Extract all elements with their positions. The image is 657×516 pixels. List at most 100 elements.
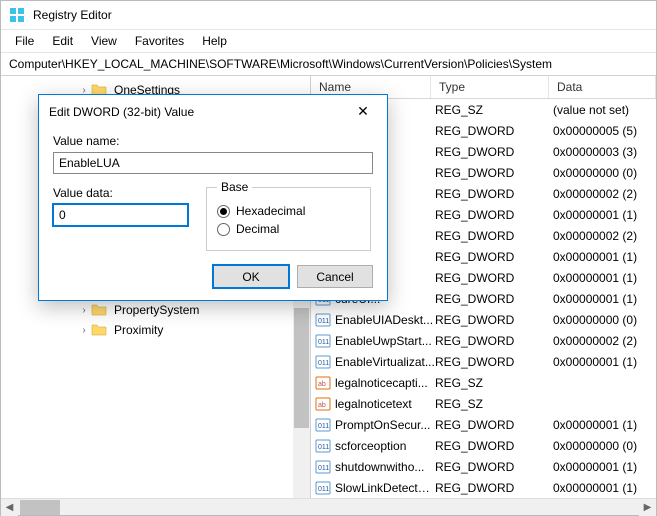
value-data: 0x00000001 (1) <box>553 460 656 474</box>
radio-hex-icon[interactable] <box>217 205 230 218</box>
binary-value-icon: 011 <box>315 459 331 475</box>
value-data: 0x00000001 (1) <box>553 208 656 222</box>
value-name: shutdownwitho... <box>335 460 435 474</box>
base-fieldset: Base Hexadecimal Decimal <box>206 180 371 251</box>
value-type: REG_DWORD <box>435 124 553 138</box>
value-data: 0x00000000 (0) <box>553 166 656 180</box>
value-type: REG_DWORD <box>435 418 553 432</box>
list-row[interactable]: 011 shutdownwitho...REG_DWORD0x00000001 (… <box>311 456 656 477</box>
binary-value-icon: 011 <box>315 417 331 433</box>
address-bar[interactable]: Computer\HKEY_LOCAL_MACHINE\SOFTWARE\Mic… <box>1 53 656 76</box>
list-row[interactable]: 011PromptOnSecur...REG_DWORD0x00000001 (… <box>311 414 656 435</box>
list-row[interactable]: 011 EnableUIADeskt...REG_DWORD0x00000000 … <box>311 309 656 330</box>
close-icon[interactable]: ✕ <box>349 103 377 120</box>
value-type: REG_DWORD <box>435 334 553 348</box>
svg-text:011: 011 <box>318 444 329 451</box>
value-data: 0x00000001 (1) <box>553 292 656 306</box>
value-type: REG_SZ <box>435 103 553 117</box>
value-name: scforceoption <box>335 439 435 453</box>
radio-dec[interactable]: Decimal <box>217 222 360 236</box>
string-value-icon: ab <box>315 375 331 391</box>
list-row[interactable]: ablegalnoticecapti...REG_SZ <box>311 372 656 393</box>
value-type: REG_DWORD <box>435 460 553 474</box>
list-row[interactable]: 011 EnableVirtualizat...REG_DWORD0x000000… <box>311 351 656 372</box>
value-name: legalnoticetext <box>335 397 435 411</box>
col-data[interactable]: Data <box>549 76 656 98</box>
radio-dec-icon[interactable] <box>217 223 230 236</box>
menu-favorites[interactable]: Favorites <box>127 32 192 50</box>
folder-icon <box>91 322 107 338</box>
value-name: EnableUIADeskt... <box>335 313 435 327</box>
ok-button[interactable]: OK <box>213 265 289 288</box>
binary-value-icon: 011 <box>315 333 331 349</box>
value-data: 0x00000001 (1) <box>553 481 656 495</box>
value-type: REG_DWORD <box>435 187 553 201</box>
list-row[interactable]: 011scforceoptionREG_DWORD0x00000000 (0) <box>311 435 656 456</box>
value-type: REG_SZ <box>435 397 553 411</box>
cancel-button[interactable]: Cancel <box>297 265 373 288</box>
value-data: 0x00000002 (2) <box>553 334 656 348</box>
app-title: Registry Editor <box>33 8 112 22</box>
menu-view[interactable]: View <box>83 32 125 50</box>
binary-value-icon: 011 <box>315 312 331 328</box>
value-type: REG_DWORD <box>435 292 553 306</box>
scroll-thumb[interactable] <box>20 500 60 515</box>
scroll-right-icon[interactable]: ▶ <box>639 499 656 516</box>
value-type: REG_DWORD <box>435 250 553 264</box>
value-name-label: Value name: <box>53 134 373 148</box>
chevron-icon[interactable]: › <box>77 325 91 336</box>
tree-item[interactable]: › Proximity <box>1 320 310 340</box>
value-data: 0x00000001 (1) <box>553 250 656 264</box>
value-type: REG_DWORD <box>435 271 553 285</box>
dialog-title-text: Edit DWORD (32-bit) Value <box>49 105 194 119</box>
menu-edit[interactable]: Edit <box>44 32 81 50</box>
binary-value-icon: 011 <box>315 438 331 454</box>
menubar: File Edit View Favorites Help <box>1 30 656 53</box>
radio-hex-label: Hexadecimal <box>236 204 305 218</box>
scroll-left-icon[interactable]: ◀ <box>1 499 18 516</box>
value-data: 0x00000003 (3) <box>553 145 656 159</box>
value-data: 0x00000001 (1) <box>553 355 656 369</box>
list-row[interactable]: 011 SlowLinkDetectE...REG_DWORD0x00000001… <box>311 477 656 498</box>
chevron-icon[interactable]: › <box>77 305 91 316</box>
dialog-titlebar[interactable]: Edit DWORD (32-bit) Value ✕ <box>39 95 387 128</box>
value-name: PromptOnSecur... <box>335 418 435 432</box>
tree-label: PropertySystem <box>111 302 202 318</box>
svg-text:011: 011 <box>318 360 329 367</box>
value-type: REG_DWORD <box>435 313 553 327</box>
titlebar: Registry Editor <box>1 1 656 30</box>
value-data: 0x00000002 (2) <box>553 229 656 243</box>
radio-hex[interactable]: Hexadecimal <box>217 204 360 218</box>
svg-text:011: 011 <box>318 423 329 430</box>
edit-dword-dialog: Edit DWORD (32-bit) Value ✕ Value name: … <box>38 94 388 301</box>
svg-text:011: 011 <box>318 486 329 493</box>
value-data: 0x00000000 (0) <box>553 313 656 327</box>
value-type: REG_DWORD <box>435 229 553 243</box>
value-type: REG_DWORD <box>435 208 553 222</box>
binary-value-icon: 011 <box>315 480 331 496</box>
svg-text:011: 011 <box>318 318 329 325</box>
value-type: REG_DWORD <box>435 481 553 495</box>
value-data: 0x00000005 (5) <box>553 124 656 138</box>
value-data-label: Value data: <box>53 186 188 200</box>
value-type: REG_DWORD <box>435 145 553 159</box>
list-row[interactable]: 011EnableUwpStart...REG_DWORD0x00000002 … <box>311 330 656 351</box>
value-type: REG_DWORD <box>435 166 553 180</box>
value-name: SlowLinkDetectE... <box>335 481 435 495</box>
tree-item[interactable]: › PropertySystem <box>1 300 310 320</box>
list-row[interactable]: ablegalnoticetextREG_SZ <box>311 393 656 414</box>
menu-help[interactable]: Help <box>194 32 235 50</box>
base-legend: Base <box>217 180 252 194</box>
binary-value-icon: 011 <box>315 354 331 370</box>
tree-label: Proximity <box>111 322 166 338</box>
menu-file[interactable]: File <box>7 32 42 50</box>
value-name: EnableVirtualizat... <box>335 355 435 369</box>
value-type: REG_DWORD <box>435 355 553 369</box>
value-data-input[interactable] <box>53 204 188 226</box>
value-data: 0x00000000 (0) <box>553 439 656 453</box>
app-icon <box>9 7 25 23</box>
col-type[interactable]: Type <box>431 76 549 98</box>
value-name-input[interactable] <box>53 152 373 174</box>
value-data: 0x00000001 (1) <box>553 271 656 285</box>
horizontal-scrollbar[interactable]: ◀ ▶ <box>1 498 656 515</box>
